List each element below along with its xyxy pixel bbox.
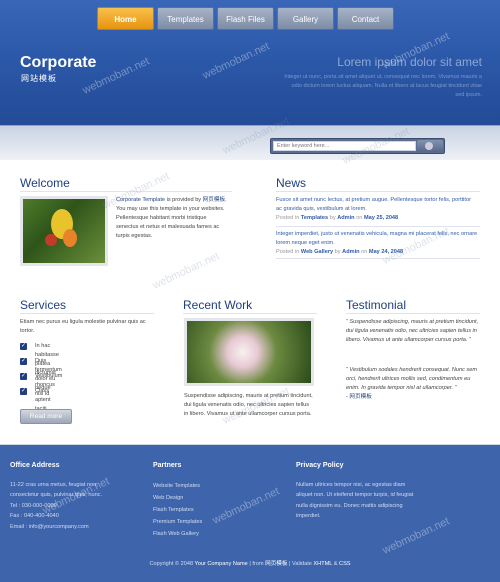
provider-link[interactable]: 网页模板: [265, 561, 287, 567]
welcome-image: [20, 196, 108, 266]
email-line[interactable]: Email : info@yourcompany.com: [10, 522, 135, 533]
office-address: Office Address 11-22 cras urna metus, fe…: [10, 461, 135, 532]
news-divider: [276, 258, 480, 259]
address-line: 11-22 cras urna metus, feugiat non,: [10, 481, 98, 488]
meta-label: Posted in: [276, 249, 301, 255]
meta-label: by: [328, 215, 338, 221]
header-tagline-text: Integer ut nunc, porta sit amet aliquet …: [284, 74, 482, 98]
nav-flash-files[interactable]: Flash Files: [217, 7, 274, 30]
nav-contact[interactable]: Contact: [337, 7, 394, 30]
privacy-policy-text: Nullam ultrices tempor nisi, ac egestas …: [296, 481, 414, 520]
nav-templates[interactable]: Templates: [157, 7, 214, 30]
testimonial-quote: “ Suspendisse adipiscing, mauris at pret…: [346, 319, 479, 343]
fax-line: Fax : 040-400-4040: [10, 513, 59, 519]
meta-label: by: [333, 249, 343, 255]
partner-link[interactable]: Website Templates: [153, 480, 278, 492]
news-category-link[interactable]: Web Gallery: [301, 249, 333, 255]
validate-css-link[interactable]: CSS: [339, 561, 351, 567]
meta-label: on: [354, 215, 364, 221]
news-author-link[interactable]: Admin: [337, 215, 354, 221]
watermark: webmoban.net: [150, 250, 222, 292]
services-heading: Services: [20, 298, 67, 312]
testimonial-quote-text: “ Vestibulum sodales hendrerit consequat…: [346, 367, 478, 391]
partners: Partners Website Templates Web Design Fl…: [153, 461, 278, 540]
news-item: Integer imperdiet, justo ut venenatis ve…: [276, 230, 478, 257]
template-link[interactable]: Corporate Template: [116, 197, 165, 203]
nav-gallery[interactable]: Gallery: [277, 7, 334, 30]
partner-link[interactable]: Flash Web Gallery: [153, 528, 278, 540]
testimonial-quote: “ Vestibulum sodales hendrerit consequat…: [346, 366, 480, 402]
recent-work-heading: Recent Work: [183, 298, 253, 312]
checkmark-icon: ✓: [20, 343, 27, 350]
checkmark-icon: ✓: [20, 388, 27, 395]
partner-link[interactable]: Web Design: [153, 492, 278, 504]
news-item-meta: Posted in Templates by Admin on May 25, …: [276, 214, 478, 223]
header-tagline: Lorem ipsum dolor sit amet: [337, 55, 482, 69]
welcome-text: Corporate Template is provided by 网页模板. …: [116, 196, 228, 241]
meta-label: Posted in: [276, 215, 301, 221]
recent-work-text: Suspendisse adipiscing, mauris at pretiu…: [184, 393, 313, 417]
site-logo[interactable]: Corporate: [20, 54, 96, 72]
privacy-policy: Privacy Policy Nullam ultrices tempor ni…: [296, 461, 416, 522]
news-item: Fusce sit amet nunc lectus, at pretium a…: [276, 196, 478, 223]
site-logo-subtitle: 网站模板: [21, 74, 57, 83]
site-footer: Office Address 11-22 cras urna metus, fe…: [0, 444, 500, 582]
meta-label: on: [359, 249, 369, 255]
office-address-heading: Office Address: [10, 462, 60, 469]
news-date: May 24, 2048: [368, 249, 404, 255]
testimonial-divider: [346, 313, 480, 314]
news-item-meta: Posted in Web Gallery by Admin on May 24…: [276, 248, 478, 257]
testimonial-author: - 网页模板: [346, 394, 372, 400]
news-heading: News: [276, 176, 307, 190]
copyright-text: | Validate: [287, 561, 314, 567]
address-line: consectetur quis, pulvinar quis, nunc.: [10, 492, 103, 498]
testimonial-heading: Testimonial: [346, 298, 407, 312]
welcome-text-part: is provided by: [165, 197, 203, 203]
news-item-text[interactable]: Fusce sit amet nunc lectus, at pretium a…: [276, 196, 478, 214]
site-header: Home Templates Flash Files Gallery Conta…: [0, 0, 500, 160]
news-category-link[interactable]: Templates: [301, 215, 328, 221]
welcome-divider: [20, 191, 232, 192]
partner-link[interactable]: Premium Templates: [153, 516, 278, 528]
copyright-text: Copyright © 2048: [149, 561, 195, 567]
copyright-text: &: [332, 561, 340, 567]
partner-link[interactable]: Flash Templates: [153, 504, 278, 516]
services-intro: Etiam nec purus eu ligula molestie pulvi…: [20, 319, 146, 334]
read-more-button[interactable]: Read more: [20, 409, 72, 424]
main-nav: Home Templates Flash Files Gallery Conta…: [97, 7, 394, 30]
nav-home[interactable]: Home: [97, 7, 154, 30]
search-box: [270, 138, 445, 154]
welcome-heading: Welcome: [20, 176, 70, 190]
services-divider: [20, 313, 154, 314]
privacy-policy-heading: Privacy Policy: [296, 462, 344, 469]
checkmark-icon: ✓: [20, 358, 27, 365]
recent-divider: [183, 313, 317, 314]
provider-link[interactable]: 网页模板: [203, 197, 225, 203]
copyright-text: | from: [247, 561, 266, 567]
search-input[interactable]: [273, 141, 416, 151]
partners-heading: Partners: [153, 462, 182, 469]
validate-xhtml-link[interactable]: XHTML: [313, 561, 332, 567]
news-divider: [276, 191, 480, 192]
search-button[interactable]: [417, 140, 443, 152]
news-divider: [276, 226, 480, 227]
checkmark-icon: ✓: [20, 373, 27, 380]
copyright: Copyright © 2048 Your Company Name | fro…: [0, 559, 500, 567]
welcome-text-part: . You may use this template in your webs…: [116, 197, 227, 239]
recent-work-image[interactable]: [184, 318, 314, 386]
company-link[interactable]: Your Company Name: [195, 561, 248, 567]
news-date: May 25, 2048: [363, 215, 399, 221]
search-icon: [425, 142, 433, 150]
news-author-link[interactable]: Admin: [342, 249, 359, 255]
phone-line: Tel : 030-000-0000: [10, 502, 57, 509]
news-item-text[interactable]: Integer imperdiet, justo ut venenatis ve…: [276, 230, 478, 248]
